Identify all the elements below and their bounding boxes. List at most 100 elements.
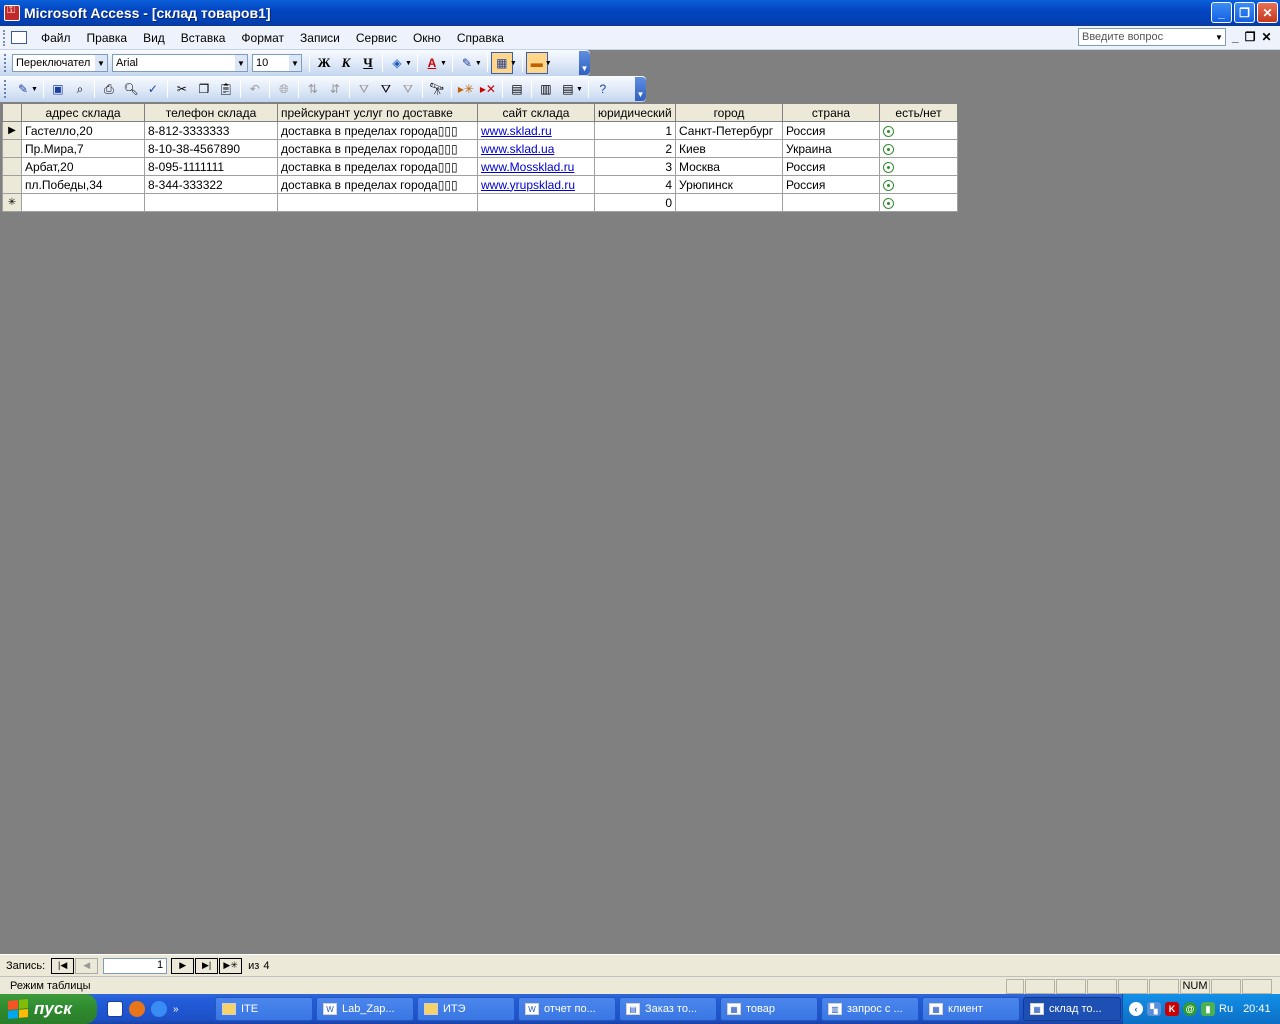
- menu-format[interactable]: Формат: [233, 31, 292, 45]
- yes-no-cell[interactable]: [879, 157, 958, 176]
- copy-icon[interactable]: ❐: [193, 78, 215, 100]
- legal-cell[interactable]: 4: [594, 175, 676, 194]
- taskbar-button[interactable]: ▥ запрос с ...: [821, 997, 919, 1021]
- sort-ascending-icon[interactable]: ⇅: [302, 78, 324, 100]
- hyperlink-icon[interactable]: 🌐︎: [273, 78, 295, 100]
- yes-no-cell[interactable]: [879, 139, 958, 158]
- phone-cell[interactable]: [144, 193, 278, 212]
- country-cell[interactable]: Украина: [782, 139, 880, 158]
- taskbar-button[interactable]: ITE: [215, 997, 313, 1021]
- taskbar-button[interactable]: W Lab_Zap...: [316, 997, 414, 1021]
- site-cell[interactable]: www.Mossklad.ru: [477, 157, 595, 176]
- menu-records[interactable]: Записи: [292, 31, 348, 45]
- menu-view[interactable]: Вид: [135, 31, 173, 45]
- taskbar-button-active[interactable]: ▦ склад то...: [1023, 997, 1121, 1021]
- site-cell[interactable]: www.yrupsklad.ru: [477, 175, 595, 194]
- select-all-corner[interactable]: [2, 103, 22, 122]
- legal-cell[interactable]: 2: [594, 139, 676, 158]
- underline-button[interactable]: Ч: [357, 52, 379, 74]
- column-header[interactable]: город: [675, 103, 783, 122]
- doc-minimize-button[interactable]: _: [1232, 30, 1239, 44]
- sort-descending-icon[interactable]: ⇵: [324, 78, 346, 100]
- address-cell[interactable]: Пр.Мира,7: [21, 139, 145, 158]
- next-record-button[interactable]: ▶: [171, 957, 195, 974]
- tray-expand-icon[interactable]: ‹: [1129, 1002, 1143, 1016]
- find-icon[interactable]: 🔭︎: [426, 78, 448, 100]
- chevron-down-icon[interactable]: ▼: [545, 60, 552, 67]
- bold-button[interactable]: Ж: [313, 52, 335, 74]
- price-cell[interactable]: доставка в пределах города▯▯▯: [277, 175, 478, 194]
- properties-icon[interactable]: ▤: [506, 78, 528, 100]
- price-cell[interactable]: доставка в пределах города▯▯▯: [277, 121, 478, 140]
- menu-grip[interactable]: [3, 29, 9, 46]
- chevron-down-icon[interactable]: ▼: [405, 60, 412, 67]
- start-button[interactable]: пуск: [0, 994, 97, 1024]
- quick-launch-more-icon[interactable]: »: [173, 1004, 179, 1015]
- price-cell[interactable]: доставка в пределах города▯▯▯: [277, 139, 478, 158]
- new-record-button[interactable]: ▶✳: [219, 957, 243, 974]
- city-cell[interactable]: Урюпинск: [675, 175, 783, 194]
- toolbar-grip[interactable]: [4, 54, 8, 72]
- site-cell[interactable]: [477, 193, 595, 212]
- site-cell[interactable]: www.sklad.ru: [477, 121, 595, 140]
- document-icon[interactable]: [11, 31, 27, 44]
- print-preview-icon[interactable]: 🔍︎: [120, 78, 142, 100]
- signal-icon[interactable]: ▮: [1201, 1002, 1215, 1016]
- yes-no-cell[interactable]: [879, 193, 958, 212]
- record-selector[interactable]: [2, 157, 22, 176]
- address-cell[interactable]: Гастелло,20: [21, 121, 145, 140]
- site-cell[interactable]: www.sklad.ua: [477, 139, 595, 158]
- column-header[interactable]: сайт склада: [477, 103, 595, 122]
- site-link[interactable]: www.sklad.ua: [481, 142, 554, 156]
- city-cell[interactable]: Санкт-Петербург: [675, 121, 783, 140]
- phone-cell[interactable]: 8-10-38-4567890: [144, 139, 278, 158]
- address-cell[interactable]: пл.Победы,34: [21, 175, 145, 194]
- legal-cell[interactable]: 0: [594, 193, 676, 212]
- column-header[interactable]: адрес склада: [21, 103, 145, 122]
- help-icon[interactable]: ?: [592, 78, 614, 100]
- menu-insert[interactable]: Вставка: [173, 31, 234, 45]
- address-cell[interactable]: Арбат,20: [21, 157, 145, 176]
- radio-icon[interactable]: [883, 197, 894, 209]
- cut-icon[interactable]: ✂: [171, 78, 193, 100]
- taskbar-button[interactable]: ▦ клиент: [922, 997, 1020, 1021]
- status-icon[interactable]: @: [1183, 1002, 1197, 1016]
- undo-icon[interactable]: ↶: [244, 78, 266, 100]
- radio-icon[interactable]: [883, 143, 894, 155]
- legal-cell[interactable]: 1: [594, 121, 676, 140]
- chevron-down-icon[interactable]: ▼: [510, 60, 517, 67]
- paste-icon[interactable]: 📋︎: [215, 78, 237, 100]
- chevron-down-icon[interactable]: ▼: [1213, 29, 1225, 45]
- site-link[interactable]: www.sklad.ru: [481, 124, 552, 138]
- previous-record-button[interactable]: ◀: [75, 957, 99, 974]
- price-cell[interactable]: [277, 193, 478, 212]
- taskbar-button[interactable]: ▦ товар: [720, 997, 818, 1021]
- country-cell[interactable]: Россия: [782, 121, 880, 140]
- radio-icon[interactable]: [883, 125, 894, 137]
- taskbar-button[interactable]: Wотчет по...: [518, 997, 616, 1021]
- chevron-down-icon[interactable]: ▼: [31, 86, 38, 93]
- column-header[interactable]: страна: [782, 103, 880, 122]
- column-header[interactable]: прейскурант услуг по доставке: [277, 103, 478, 122]
- close-button[interactable]: ✕: [1257, 2, 1278, 23]
- toolbar-options-button[interactable]: ▼: [579, 51, 590, 75]
- language-indicator[interactable]: Ru: [1219, 1003, 1233, 1015]
- toolbar-grip[interactable]: [4, 80, 8, 98]
- radio-icon[interactable]: [883, 161, 894, 173]
- city-cell[interactable]: [675, 193, 783, 212]
- font-size-combo[interactable]: 10 ▼: [252, 54, 302, 72]
- phone-cell[interactable]: 8-812-3333333: [144, 121, 278, 140]
- address-cell[interactable]: [21, 193, 145, 212]
- menu-window[interactable]: Окно: [405, 31, 449, 45]
- menu-edit[interactable]: Правка: [79, 31, 136, 45]
- access-app-icon[interactable]: [4, 4, 20, 21]
- minimize-button[interactable]: _: [1211, 2, 1232, 23]
- spelling-icon[interactable]: ✓: [142, 78, 164, 100]
- first-record-button[interactable]: |◀: [51, 957, 75, 974]
- current-record-input[interactable]: 1: [103, 957, 168, 974]
- phone-cell[interactable]: 8-095-1111111: [144, 157, 278, 176]
- font-name-combo[interactable]: Arial ▼: [112, 54, 248, 72]
- object-selector-combo[interactable]: Переключател ▼: [12, 54, 108, 72]
- record-selector[interactable]: [2, 175, 22, 194]
- menu-file[interactable]: Файл: [33, 31, 79, 45]
